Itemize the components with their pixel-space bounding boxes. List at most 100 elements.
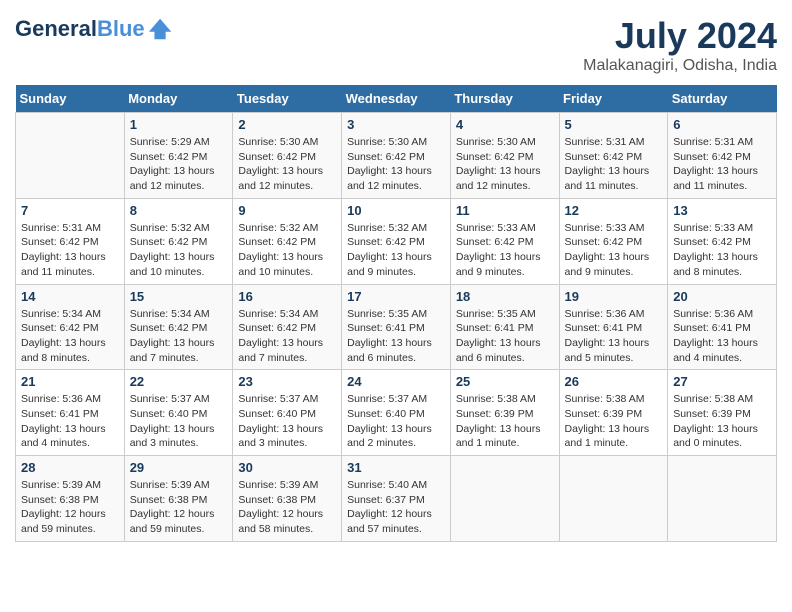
day-info: Sunrise: 5:34 AMSunset: 6:42 PMDaylight:…	[130, 307, 228, 366]
day-info: Sunrise: 5:39 AMSunset: 6:38 PMDaylight:…	[130, 478, 228, 537]
weekday-header-wednesday: Wednesday	[342, 85, 451, 113]
week-row-1: 1Sunrise: 5:29 AMSunset: 6:42 PMDaylight…	[16, 113, 777, 199]
day-info: Sunrise: 5:38 AMSunset: 6:39 PMDaylight:…	[456, 392, 554, 451]
calendar-cell: 12 Sunrise: 5:33 AMSunset: 6:42 PMDayligh…	[559, 198, 668, 284]
calendar-cell: 18Sunrise: 5:35 AMSunset: 6:41 PMDayligh…	[450, 284, 559, 370]
calendar-cell: 15 Sunrise: 5:34 AMSunset: 6:42 PMDayligh…	[124, 284, 233, 370]
week-row-4: 21 Sunrise: 5:36 AMSunset: 6:41 PMDayligh…	[16, 370, 777, 456]
calendar-cell	[668, 456, 777, 542]
day-number: 30	[238, 460, 336, 475]
calendar-cell	[559, 456, 668, 542]
day-number: 17	[347, 289, 445, 304]
week-row-5: 28 Sunrise: 5:39 AMSunset: 6:38 PMDayligh…	[16, 456, 777, 542]
day-info: Sunrise: 5:32 AMSunset: 6:42 PMDaylight:…	[238, 221, 336, 280]
day-number: 3	[347, 117, 445, 132]
logo: GeneralBlue	[15, 15, 175, 43]
calendar-cell: 10 Sunrise: 5:32 AMSunset: 6:42 PMDayligh…	[342, 198, 451, 284]
day-info: Sunrise: 5:38 AMSunset: 6:39 PMDaylight:…	[565, 392, 663, 451]
calendar-cell: 14Sunrise: 5:34 AMSunset: 6:42 PMDayligh…	[16, 284, 125, 370]
weekday-header-friday: Friday	[559, 85, 668, 113]
day-number: 29	[130, 460, 228, 475]
weekday-header-saturday: Saturday	[668, 85, 777, 113]
day-number: 18	[456, 289, 554, 304]
calendar-cell	[450, 456, 559, 542]
day-info: Sunrise: 5:37 AMSunset: 6:40 PMDaylight:…	[130, 392, 228, 451]
day-number: 28	[21, 460, 119, 475]
day-number: 2	[238, 117, 336, 132]
day-info: Sunrise: 5:37 AMSunset: 6:40 PMDaylight:…	[238, 392, 336, 451]
calendar-cell: 4 Sunrise: 5:30 AMSunset: 6:42 PMDaylight…	[450, 113, 559, 199]
weekday-header-sunday: Sunday	[16, 85, 125, 113]
day-number: 14	[21, 289, 119, 304]
calendar-cell: 16 Sunrise: 5:34 AMSunset: 6:42 PMDayligh…	[233, 284, 342, 370]
month-year: July 2024	[583, 15, 777, 57]
day-info: Sunrise: 5:33 AMSunset: 6:42 PMDaylight:…	[456, 221, 554, 280]
day-info: Sunrise: 5:32 AMSunset: 6:42 PMDaylight:…	[130, 221, 228, 280]
calendar-cell: 13 Sunrise: 5:33 AMSunset: 6:42 PMDayligh…	[668, 198, 777, 284]
day-number: 9	[238, 203, 336, 218]
day-info: Sunrise: 5:31 AMSunset: 6:42 PMDaylight:…	[21, 221, 119, 280]
day-number: 16	[238, 289, 336, 304]
calendar-cell: 20 Sunrise: 5:36 AMSunset: 6:41 PMDayligh…	[668, 284, 777, 370]
day-number: 4	[456, 117, 554, 132]
day-number: 6	[673, 117, 771, 132]
location: Malakanagiri, Odisha, India	[583, 57, 777, 75]
day-number: 23	[238, 374, 336, 389]
day-info: Sunrise: 5:30 AMSunset: 6:42 PMDaylight:…	[347, 135, 445, 194]
page-header: GeneralBlue July 2024 Malakanagiri, Odis…	[15, 15, 777, 75]
calendar-cell: 1Sunrise: 5:29 AMSunset: 6:42 PMDaylight…	[124, 113, 233, 199]
day-number: 26	[565, 374, 663, 389]
day-number: 13	[673, 203, 771, 218]
logo-icon	[147, 15, 175, 43]
day-info: Sunrise: 5:31 AMSunset: 6:42 PMDaylight:…	[565, 135, 663, 194]
calendar-cell: 24Sunrise: 5:37 AMSunset: 6:40 PMDayligh…	[342, 370, 451, 456]
day-number: 22	[130, 374, 228, 389]
day-info: Sunrise: 5:34 AMSunset: 6:42 PMDaylight:…	[238, 307, 336, 366]
calendar-cell: 7 Sunrise: 5:31 AMSunset: 6:42 PMDaylight…	[16, 198, 125, 284]
calendar-cell: 31 Sunrise: 5:40 AMSunset: 6:37 PMDayligh…	[342, 456, 451, 542]
day-number: 21	[21, 374, 119, 389]
day-number: 11	[456, 203, 554, 218]
calendar-table: SundayMondayTuesdayWednesdayThursdayFrid…	[15, 85, 777, 542]
calendar-cell: 17Sunrise: 5:35 AMSunset: 6:41 PMDayligh…	[342, 284, 451, 370]
day-info: Sunrise: 5:39 AMSunset: 6:38 PMDaylight:…	[21, 478, 119, 537]
calendar-cell: 26 Sunrise: 5:38 AMSunset: 6:39 PMDayligh…	[559, 370, 668, 456]
day-number: 15	[130, 289, 228, 304]
day-number: 24	[347, 374, 445, 389]
weekday-header-monday: Monday	[124, 85, 233, 113]
day-info: Sunrise: 5:36 AMSunset: 6:41 PMDaylight:…	[21, 392, 119, 451]
day-info: Sunrise: 5:31 AMSunset: 6:42 PMDaylight:…	[673, 135, 771, 194]
calendar-cell: 30 Sunrise: 5:39 AMSunset: 6:38 PMDayligh…	[233, 456, 342, 542]
calendar-cell: 28 Sunrise: 5:39 AMSunset: 6:38 PMDayligh…	[16, 456, 125, 542]
day-info: Sunrise: 5:33 AMSunset: 6:42 PMDaylight:…	[673, 221, 771, 280]
day-info: Sunrise: 5:38 AMSunset: 6:39 PMDaylight:…	[673, 392, 771, 451]
day-info: Sunrise: 5:36 AMSunset: 6:41 PMDaylight:…	[673, 307, 771, 366]
day-number: 27	[673, 374, 771, 389]
week-row-3: 14 Sunrise: 5:34 AMSunset: 6:42 PMDayligh…	[16, 284, 777, 370]
calendar-cell	[16, 113, 125, 199]
day-info: Sunrise: 5:33 AMSunset: 6:42 PMDaylight:…	[565, 221, 663, 280]
day-number: 19	[565, 289, 663, 304]
calendar-cell: 22 Sunrise: 5:37 AMSunset: 6:40 PMDayligh…	[124, 370, 233, 456]
day-info: Sunrise: 5:30 AMSunset: 6:42 PMDaylight:…	[456, 135, 554, 194]
day-number: 25	[456, 374, 554, 389]
day-number: 5	[565, 117, 663, 132]
calendar-cell: 11 Sunrise: 5:33 AMSunset: 6:42 PMDayligh…	[450, 198, 559, 284]
day-info: Sunrise: 5:39 AMSunset: 6:38 PMDaylight:…	[238, 478, 336, 537]
calendar-cell: 23 Sunrise: 5:37 AMSunset: 6:40 PMDayligh…	[233, 370, 342, 456]
day-info: Sunrise: 5:32 AMSunset: 6:42 PMDaylight:…	[347, 221, 445, 280]
calendar-cell: 25 Sunrise: 5:38 AMSunset: 6:39 PMDayligh…	[450, 370, 559, 456]
logo-text: GeneralBlue	[15, 17, 145, 41]
weekday-header-tuesday: Tuesday	[233, 85, 342, 113]
calendar-cell: 19Sunrise: 5:36 AMSunset: 6:41 PMDayligh…	[559, 284, 668, 370]
day-number: 20	[673, 289, 771, 304]
calendar-cell: 3 Sunrise: 5:30 AMSunset: 6:42 PMDaylight…	[342, 113, 451, 199]
day-number: 12	[565, 203, 663, 218]
calendar-cell: 27 Sunrise: 5:38 AMSunset: 6:39 PMDayligh…	[668, 370, 777, 456]
day-number: 1	[130, 117, 228, 132]
day-number: 7	[21, 203, 119, 218]
weekday-header-thursday: Thursday	[450, 85, 559, 113]
day-info: Sunrise: 5:40 AMSunset: 6:37 PMDaylight:…	[347, 478, 445, 537]
day-number: 31	[347, 460, 445, 475]
day-number: 10	[347, 203, 445, 218]
